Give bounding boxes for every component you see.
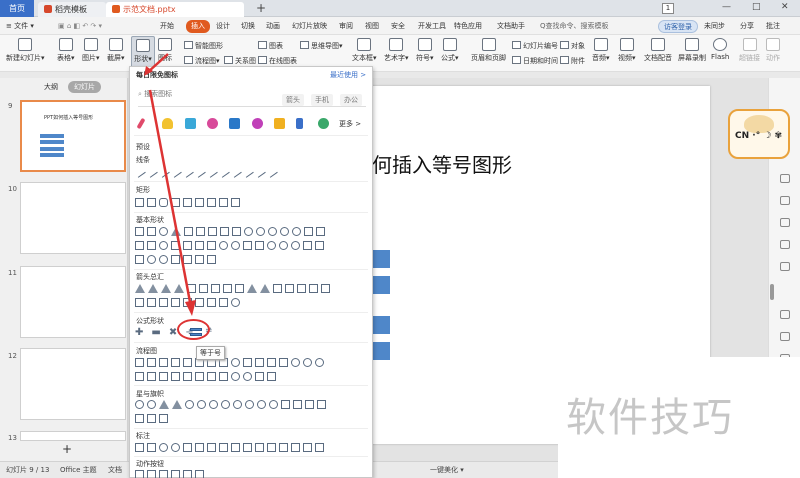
guide-arrowhead-main [185,300,196,316]
guide-arrow-main [148,89,192,303]
guide-arrows [144,53,196,316]
guide-arrow-top [147,53,169,73]
